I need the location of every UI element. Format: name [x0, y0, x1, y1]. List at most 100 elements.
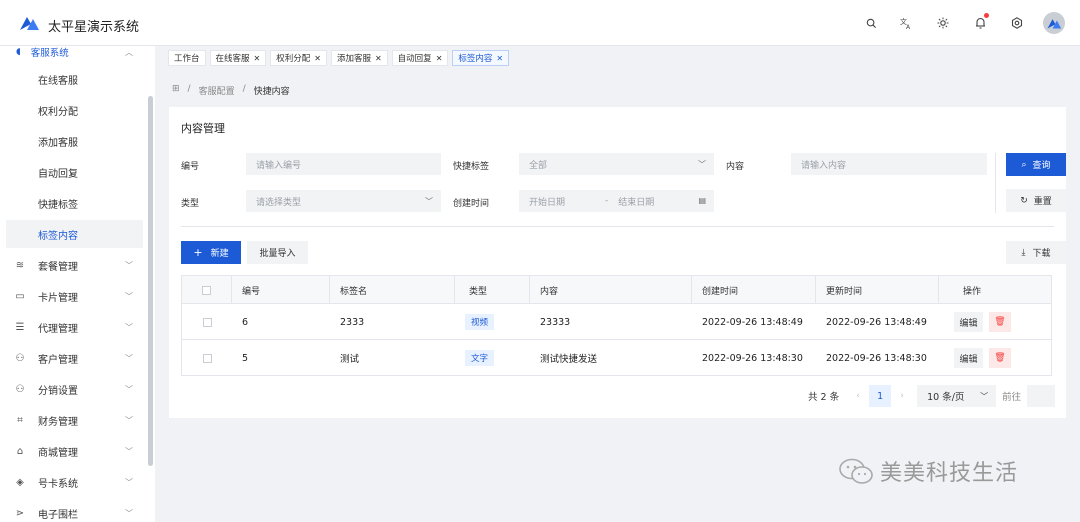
page-title: 内容管理 — [181, 122, 225, 135]
chevron-down-icon: ﹀ — [125, 323, 133, 332]
next-page-icon[interactable]: › — [891, 391, 913, 401]
sidebar-item-cards[interactable]: ▭ 卡片管理 ﹀ — [0, 282, 145, 310]
content-card: 内容管理 编号 请输入编号 快捷标签 全部 ﹀ 内容 请输入内容 ⌕ 查询 类型 … — [169, 107, 1066, 418]
select-all-cell — [182, 276, 232, 304]
user-avatar[interactable] — [1043, 12, 1065, 34]
chevron-down-icon: ﹀ — [425, 197, 433, 206]
breadcrumb-separator: / — [242, 84, 246, 94]
sidebar-item-packages[interactable]: ≋ 套餐管理 ﹀ — [0, 251, 145, 279]
sidebar-group-customer-service[interactable]: ◖ 客服系统 ︿ — [0, 46, 145, 62]
delete-trash-icon[interactable]: 🗑 — [989, 348, 1011, 368]
search-button[interactable]: ⌕ 查询 — [1006, 153, 1066, 176]
sidebar-item-customers[interactable]: ⚇ 客户管理 ﹀ — [0, 344, 145, 372]
section-divider — [181, 226, 1054, 227]
page-size-select[interactable]: 10 条/页 ﹀ — [917, 385, 997, 407]
tab-label: 工作台 — [174, 54, 200, 64]
settings-gear-icon[interactable] — [1007, 13, 1027, 33]
sidebar-item-finance[interactable]: ⌗ 财务管理 ﹀ — [0, 406, 145, 434]
app-logo — [20, 17, 39, 30]
sidebar-item-label: 号卡系统 — [38, 478, 78, 490]
apps-icon[interactable]: ⊞ — [172, 84, 180, 97]
col-updated: 更新时间 — [816, 276, 939, 304]
sidebar-item-label: 卡片管理 — [38, 292, 78, 304]
chevron-down-icon: ﹀ — [125, 292, 133, 301]
id-input[interactable]: 请输入编号 — [246, 153, 441, 175]
content-table: 编号 标签名 类型 内容 创建时间 更新时间 操作 6 2333 视频 2333… — [181, 275, 1052, 376]
sidebar-item-tag-content[interactable]: 标签内容 — [6, 220, 143, 248]
chevron-up-icon: ︿ — [125, 47, 133, 57]
delete-trash-icon[interactable]: 🗑 — [989, 312, 1011, 332]
sidebar-item-quick-tags[interactable]: 快捷标签 — [0, 189, 145, 217]
search-icon[interactable] — [861, 13, 881, 33]
notification-bell-icon[interactable] — [970, 13, 990, 33]
wechat-icon — [839, 458, 873, 484]
col-actions: 操作 — [963, 286, 982, 297]
sidebar: ◖ 客服系统 ︿ 在线客服 权利分配 添加客服 自动回复 快捷标签 标签内容 ≋… — [0, 46, 155, 522]
svg-text:A: A — [906, 24, 911, 29]
translate-icon[interactable]: 文A — [896, 13, 916, 33]
sidebar-item-shop[interactable]: ⌂ 商城管理 ﹀ — [0, 437, 145, 465]
tab-tag-content[interactable]: 标签内容 ✕ — [452, 50, 510, 66]
sidebar-item-sim-cards[interactable]: ◈ 号卡系统 ﹀ — [0, 468, 145, 496]
reset-button-label: 重置 — [1033, 197, 1052, 207]
row-checkbox[interactable] — [202, 353, 212, 363]
close-icon[interactable]: ✕ — [496, 54, 503, 63]
download-button[interactable]: ⤓ 下载 — [1006, 241, 1066, 264]
prev-page-icon[interactable]: ‹ — [847, 391, 869, 401]
tab-label: 自动回复 — [397, 54, 432, 64]
date-range-picker[interactable]: 开始日期 - 结束日期 ▤ — [519, 190, 714, 212]
created-time-label: 创建时间 — [453, 199, 490, 209]
row-checkbox[interactable] — [202, 317, 212, 327]
close-icon[interactable]: ✕ — [375, 54, 382, 63]
sidebar-item-label: 商城管理 — [38, 447, 78, 459]
close-icon[interactable]: ✕ — [254, 54, 261, 63]
new-button[interactable]: + 新建 — [181, 241, 241, 264]
chevron-down-icon: ﹀ — [125, 354, 133, 363]
sidebar-item-agents[interactable]: ☰ 代理管理 ﹀ — [0, 313, 145, 341]
sidebar-item-online-service[interactable]: 在线客服 — [0, 65, 145, 93]
edit-button[interactable]: 编辑 — [954, 312, 983, 332]
sidebar-scrollbar[interactable] — [148, 96, 153, 466]
sidebar-item-distribution[interactable]: ⚇ 分销设置 ﹀ — [0, 375, 145, 403]
id-placeholder: 请输入编号 — [256, 160, 302, 171]
sidebar-item-add-agent[interactable]: 添加客服 — [0, 127, 145, 155]
goto-page-input[interactable] — [1027, 385, 1056, 407]
chevron-down-icon: ﹀ — [698, 160, 706, 169]
sidebar-item-permission[interactable]: 权利分配 — [0, 96, 145, 124]
sidebar-item-geofence[interactable]: ⋗ 电子围栏 ﹀ — [0, 499, 145, 522]
sidebar-group-label: 客服系统 — [30, 48, 69, 59]
tab-permission[interactable]: 权利分配 ✕ — [270, 50, 327, 66]
close-icon[interactable]: ✕ — [314, 54, 321, 63]
cell-updated: 2022-09-26 13:48:49 — [826, 316, 927, 328]
cell-created: 2022-09-26 13:48:49 — [702, 316, 803, 328]
cell-created: 2022-09-26 13:48:30 — [702, 352, 803, 364]
tab-workbench[interactable]: 工作台 — [168, 50, 206, 66]
breadcrumb-level1[interactable]: 客服配置 — [199, 84, 235, 97]
batch-import-button[interactable]: 批量导入 — [247, 241, 308, 264]
scan-icon: ⌗ — [17, 414, 23, 426]
reset-button[interactable]: ↻ 重置 — [1006, 189, 1066, 212]
new-button-label: 新建 — [210, 249, 229, 259]
content-input[interactable]: 请输入内容 — [791, 153, 987, 175]
search-icon: ⌕ — [1021, 159, 1027, 170]
sidebar-item-auto-reply[interactable]: 自动回复 — [0, 158, 145, 186]
app-title: 太平星演示系统 — [48, 20, 140, 35]
col-id: 编号 — [232, 276, 330, 304]
page-size-value: 10 条/页 — [927, 392, 965, 403]
tab-auto-reply[interactable]: 自动回复 ✕ — [391, 50, 449, 66]
theme-sun-icon[interactable] — [933, 13, 953, 33]
tab-label: 添加客服 — [336, 54, 371, 64]
edit-button[interactable]: 编辑 — [954, 348, 983, 368]
sidebar-item-label: 代理管理 — [38, 323, 78, 335]
quick-tag-select[interactable]: 全部 ﹀ — [519, 153, 714, 175]
id-label: 编号 — [181, 162, 200, 172]
close-icon[interactable]: ✕ — [436, 54, 443, 63]
page-number-current[interactable]: 1 — [869, 385, 892, 407]
sidebar-item-label: 财务管理 — [38, 416, 78, 428]
tab-add-agent[interactable]: 添加客服 ✕ — [330, 50, 388, 66]
type-select[interactable]: 请选择类型 ﹀ — [246, 190, 441, 212]
tab-online-service[interactable]: 在线客服 ✕ — [209, 50, 267, 66]
select-all-checkbox[interactable] — [202, 285, 211, 295]
breadcrumb-separator: / — [187, 84, 191, 94]
share-icon: ⋗ — [15, 507, 25, 519]
